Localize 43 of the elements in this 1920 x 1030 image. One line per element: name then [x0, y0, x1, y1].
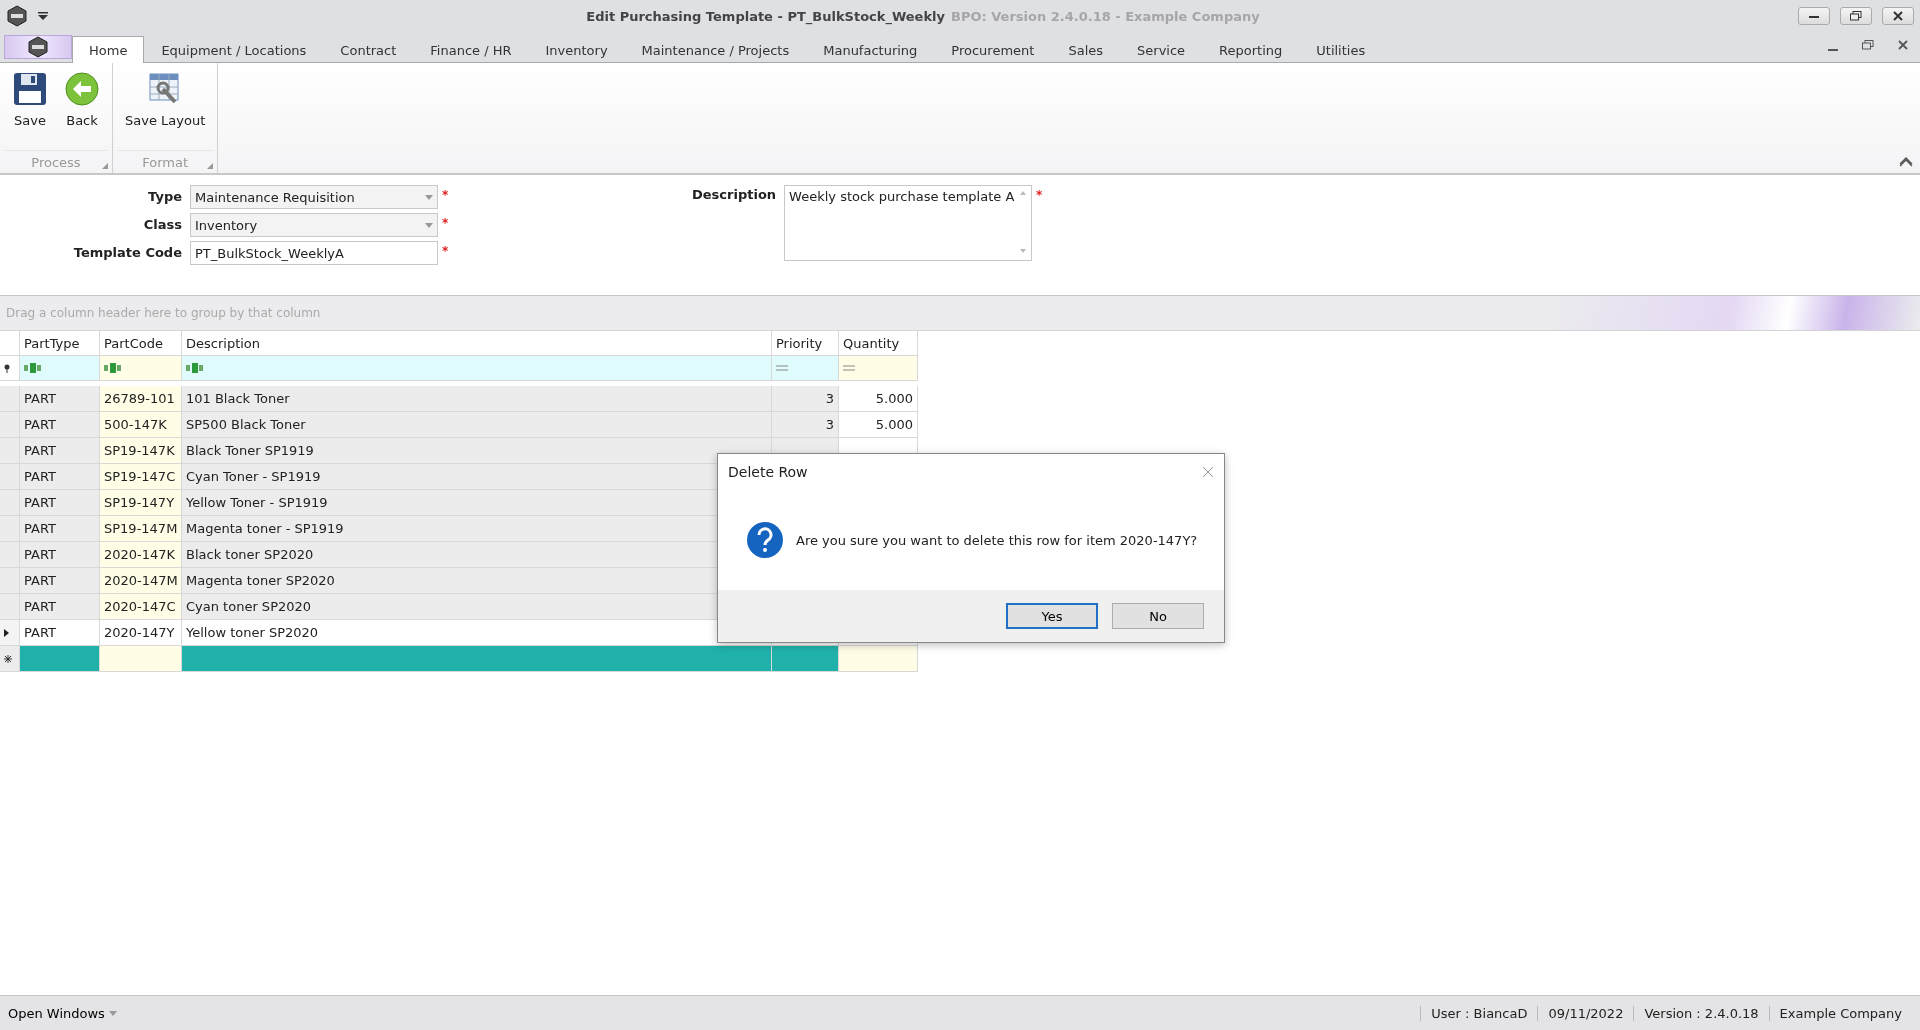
- table-cell: 5.000: [839, 412, 918, 438]
- table-cell: Black Toner SP1919: [182, 438, 772, 464]
- window-title: Edit Purchasing Template - PT_BulkStock_Weekly BPO: Version 2.4.0.18 - Example Company: [585, 8, 1261, 24]
- table-cell: SP19-147C: [100, 464, 182, 490]
- field-label: Type: [147, 188, 183, 206]
- table-cell: 26789-101: [100, 386, 182, 412]
- table-cell: PART: [20, 516, 100, 542]
- table-cell: 2020-147M: [100, 568, 182, 594]
- required-mark: *: [441, 243, 450, 260]
- table-cell: 5.000: [839, 386, 918, 412]
- dialog-message: Are you sure you want to delete this row for item 2020-147Y?: [796, 532, 1198, 548]
- required-mark: *: [441, 187, 450, 204]
- table-cell: PART: [20, 386, 100, 412]
- required-mark: *: [1035, 187, 1043, 204]
- field-label: Description: [692, 186, 778, 204]
- table-cell: PART: [20, 542, 100, 568]
- table-cell: PART: [20, 490, 100, 516]
- required-mark: *: [441, 215, 450, 232]
- group-panel-hint: Drag a column header here to group by that column: [6, 306, 321, 320]
- dialog-title: Delete Row: [728, 464, 808, 480]
- field-label: Template Code: [72, 244, 183, 262]
- table-cell: SP19-147K: [100, 438, 182, 464]
- table-cell: 3: [772, 412, 839, 438]
- table-cell: 101 Black Toner: [182, 386, 772, 412]
- table-cell: PART: [20, 594, 100, 620]
- table-cell: SP19-147Y: [100, 490, 182, 516]
- table-cell: 2020-147C: [100, 594, 182, 620]
- table-cell: PART: [20, 464, 100, 490]
- table-cell: SP500 Black Toner: [182, 412, 772, 438]
- table-cell: PART: [20, 568, 100, 594]
- status-item: Example Company: [1768, 1005, 1912, 1021]
- table-cell: PART: [20, 438, 100, 464]
- field-label: Class: [142, 216, 183, 234]
- table-cell: 2020-147K: [100, 542, 182, 568]
- status-item: Version : 2.4.0.18: [1633, 1005, 1769, 1021]
- ribbon-group-label: Format: [142, 154, 188, 170]
- table-cell: SP19-147M: [100, 516, 182, 542]
- status-item: User : BiancaD: [1420, 1005, 1538, 1021]
- status-item: 09/11/2022: [1537, 1005, 1634, 1021]
- table-cell: 3: [772, 386, 839, 412]
- table-cell: PART: [20, 412, 100, 438]
- table-cell: 500-147K: [100, 412, 182, 438]
- ribbon-group-label: Process: [31, 154, 81, 170]
